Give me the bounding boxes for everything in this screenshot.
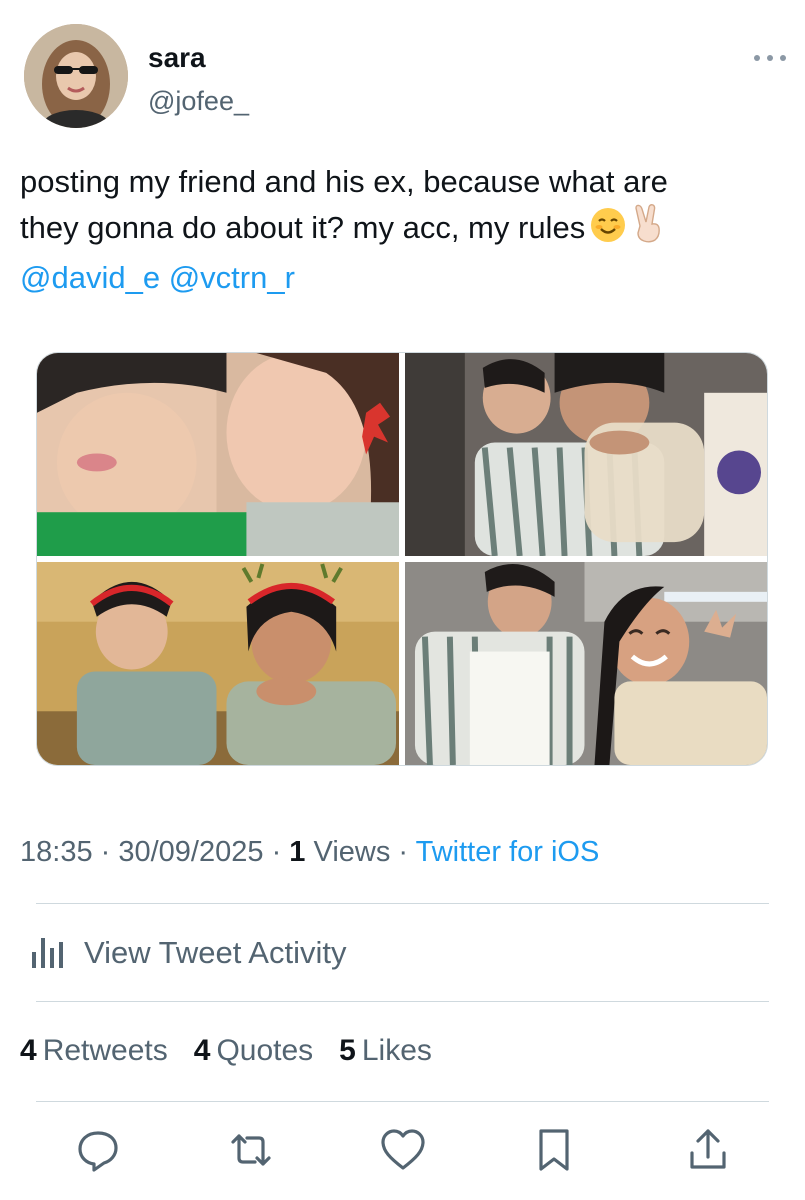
mention-link-david[interactable]: @david_e bbox=[20, 260, 160, 295]
tweet-source-link[interactable]: Twitter for iOS bbox=[416, 836, 600, 868]
meta-separator-3: · bbox=[390, 836, 416, 868]
like-button[interactable] bbox=[377, 1126, 429, 1178]
tweet-text-line-3: @david_e @vctrn_r bbox=[20, 256, 790, 300]
views-label: Views bbox=[313, 836, 391, 868]
likes-stat[interactable]: 5 Likes bbox=[339, 1034, 432, 1068]
tweet-text-line-2: they gonna do about it? my acc, my rules bbox=[20, 204, 790, 256]
retweets-label: Retweets bbox=[42, 1034, 168, 1067]
avatar-image bbox=[24, 24, 128, 128]
smiling-face-icon bbox=[589, 206, 627, 256]
likes-count: 5 bbox=[339, 1034, 356, 1067]
tweet-text: posting my friend and his ex, because wh… bbox=[20, 160, 790, 300]
tweet-meta: 18:35 · 30/09/2025 · 1 Views · Twitter f… bbox=[20, 836, 599, 869]
victory-hand-icon bbox=[631, 204, 665, 256]
quotes-count: 4 bbox=[193, 1034, 211, 1067]
tweet-action-bar bbox=[0, 1126, 805, 1190]
view-tweet-activity-label: View Tweet Activity bbox=[84, 934, 347, 970]
media-photo-1[interactable] bbox=[37, 353, 399, 556]
share-button[interactable] bbox=[682, 1126, 734, 1178]
media-photo-3[interactable] bbox=[37, 562, 399, 765]
user-handle[interactable]: @jofee_ bbox=[148, 86, 249, 117]
tweet-stats: 4 Retweets 4 Quotes 5 Likes bbox=[20, 1034, 432, 1068]
tweet-date: 30/09/2025 bbox=[118, 836, 264, 868]
media-photo-2[interactable] bbox=[405, 353, 767, 556]
retweets-count: 4 bbox=[20, 1034, 37, 1067]
media-grid bbox=[36, 352, 768, 766]
retweet-icon bbox=[227, 1128, 275, 1177]
tweet-time: 18:35 bbox=[20, 836, 93, 868]
display-name[interactable]: sara bbox=[148, 42, 206, 74]
analytics-icon bbox=[28, 930, 68, 975]
retweet-button[interactable] bbox=[225, 1126, 277, 1178]
reply-button[interactable] bbox=[72, 1126, 124, 1178]
likes-label: Likes bbox=[361, 1034, 432, 1067]
media-photo-4[interactable] bbox=[405, 562, 767, 765]
quotes-label: Quotes bbox=[216, 1034, 314, 1067]
avatar[interactable] bbox=[24, 24, 128, 128]
view-tweet-activity-button[interactable]: View Tweet Activity bbox=[28, 930, 346, 975]
quotes-stat[interactable]: 4 Quotes bbox=[194, 1034, 313, 1068]
reply-icon bbox=[76, 1128, 120, 1177]
meta-separator-1: · bbox=[92, 836, 119, 868]
bookmark-button[interactable] bbox=[528, 1126, 580, 1178]
tweet-text-line-2-text: they gonna do about it? my acc, my rules bbox=[20, 210, 586, 245]
views-count: 1 bbox=[289, 836, 306, 868]
retweets-stat[interactable]: 4 Retweets bbox=[20, 1034, 168, 1068]
heart-icon bbox=[380, 1128, 426, 1177]
mention-link-vctrn[interactable]: @vctrn_r bbox=[169, 260, 295, 295]
tweet-text-line-1: posting my friend and his ex, because wh… bbox=[20, 164, 668, 199]
divider bbox=[36, 1101, 769, 1102]
bookmark-icon bbox=[534, 1127, 574, 1178]
share-icon bbox=[686, 1127, 730, 1178]
divider bbox=[36, 1001, 769, 1002]
meta-separator-2: · bbox=[263, 836, 290, 868]
divider bbox=[36, 903, 769, 904]
more-options-icon[interactable] bbox=[754, 48, 786, 68]
